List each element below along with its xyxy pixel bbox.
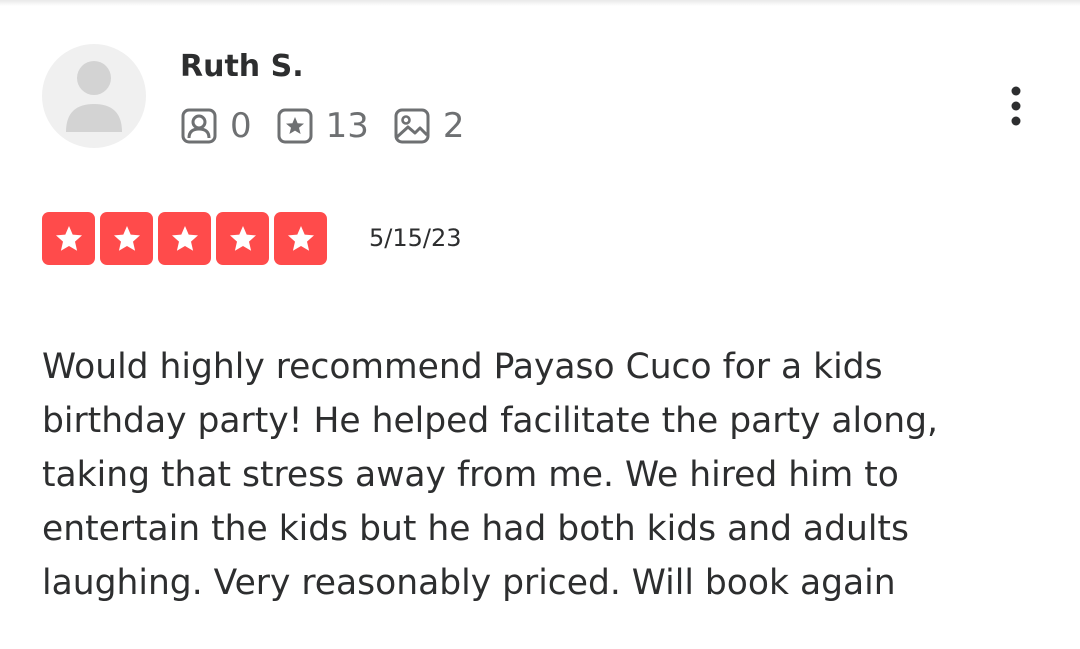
friends-icon	[180, 107, 218, 145]
star-icon	[229, 225, 256, 251]
friends-stat: 0	[180, 104, 252, 148]
review-text: Would highly recommend Payaso Cuco for a…	[42, 347, 938, 603]
star-3	[158, 212, 211, 265]
more-options-button[interactable]	[996, 82, 1036, 130]
star-5	[274, 212, 327, 265]
star-rating	[42, 212, 332, 265]
user-stats: 0 13 2	[180, 104, 489, 148]
star-icon	[287, 225, 314, 251]
friends-count: 0	[230, 106, 252, 146]
reviews-count: 13	[325, 106, 369, 146]
review-card: Ruth S. 0 13 2 5/15/23 Would highly reco…	[0, 0, 1080, 649]
reviews-stat: 13	[276, 104, 369, 148]
star-icon	[171, 225, 198, 251]
reviews-star-icon	[276, 107, 314, 145]
more-vertical-icon	[1011, 86, 1021, 126]
review-date: 5/15/23	[369, 224, 462, 252]
photos-stat: 2	[393, 104, 465, 148]
avatar[interactable]	[42, 44, 146, 148]
star-2	[100, 212, 153, 265]
user-name[interactable]: Ruth S.	[180, 48, 304, 86]
star-1	[42, 212, 95, 265]
default-avatar-icon	[66, 61, 122, 132]
photos-count: 2	[442, 106, 465, 146]
star-4	[216, 212, 269, 265]
star-icon	[113, 225, 140, 251]
photos-icon	[393, 107, 431, 145]
top-divider	[0, 0, 1080, 6]
star-icon	[55, 225, 82, 251]
